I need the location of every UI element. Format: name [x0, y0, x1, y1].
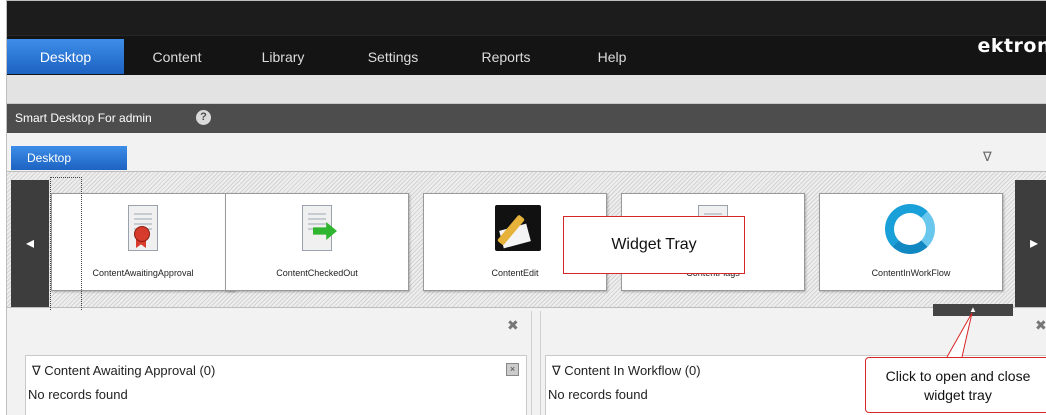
ektron-logo: ektron: [977, 35, 1046, 57]
widget-label: ContentCheckedOut: [276, 268, 358, 278]
question-circle-icon[interactable]: ?: [196, 110, 211, 125]
tab-help[interactable]: Help: [562, 39, 662, 74]
pen-edit-icon: [495, 202, 541, 254]
tray-focus-outline: [50, 177, 82, 312]
remove-column-icon[interactable]: ✖: [507, 317, 519, 334]
top-bar: ektron Desktop Content Library Settings …: [7, 1, 1046, 75]
panel-title[interactable]: ∇ Content Awaiting Approval (0): [32, 363, 215, 379]
tab-content[interactable]: Content: [124, 39, 230, 74]
column-divider: [531, 311, 541, 415]
smart-desktop-bar: Smart Desktop For admin ?: [7, 104, 1046, 133]
triangle-down-icon[interactable]: ∇: [983, 149, 992, 165]
tab-settings[interactable]: Settings: [336, 39, 450, 74]
remove-column-icon[interactable]: ✖: [1035, 317, 1046, 334]
widget-tray-callout: Widget Tray: [563, 216, 745, 274]
toggle-tray-callout: Click to open and close widget tray: [865, 357, 1046, 413]
tab-library[interactable]: Library: [230, 39, 336, 74]
empty-message: No records found: [548, 387, 648, 402]
sub-nav-area: [7, 75, 1046, 104]
page-title: Smart Desktop For admin: [15, 111, 152, 125]
tray-scroll-right-icon[interactable]: ▸: [1015, 180, 1046, 307]
workflow-cycle-icon: [885, 202, 935, 254]
top-strip: [7, 1, 1046, 36]
widget-content-checked-out[interactable]: ContentCheckedOut: [225, 193, 409, 291]
desktop-tab[interactable]: Desktop: [11, 146, 127, 170]
app-frame: ektron Desktop Content Library Settings …: [6, 0, 1046, 415]
callout-line: Click to open and close: [885, 368, 1031, 384]
panel-content-awaiting-approval: ∇ Content Awaiting Approval (0) × No rec…: [25, 355, 527, 415]
widget-label: ContentInWorkFlow: [871, 268, 951, 278]
tray-scroll-left-icon[interactable]: ◂: [11, 180, 49, 307]
tab-reports[interactable]: Reports: [450, 39, 562, 74]
empty-message: No records found: [28, 387, 128, 402]
close-icon[interactable]: ×: [506, 363, 519, 376]
tray-toggle-button[interactable]: ▲: [933, 304, 1013, 316]
panel-title[interactable]: ∇ Content In Workflow (0): [552, 363, 701, 379]
award-ribbon-document-icon: [123, 202, 163, 254]
document-green-arrow-icon: [297, 202, 337, 254]
tab-desktop[interactable]: Desktop: [7, 39, 124, 74]
callout-line: widget tray: [924, 387, 992, 403]
widget-content-in-workflow[interactable]: ContentInWorkFlow: [819, 193, 1003, 291]
main-nav: Desktop Content Library Settings Reports…: [7, 39, 662, 74]
